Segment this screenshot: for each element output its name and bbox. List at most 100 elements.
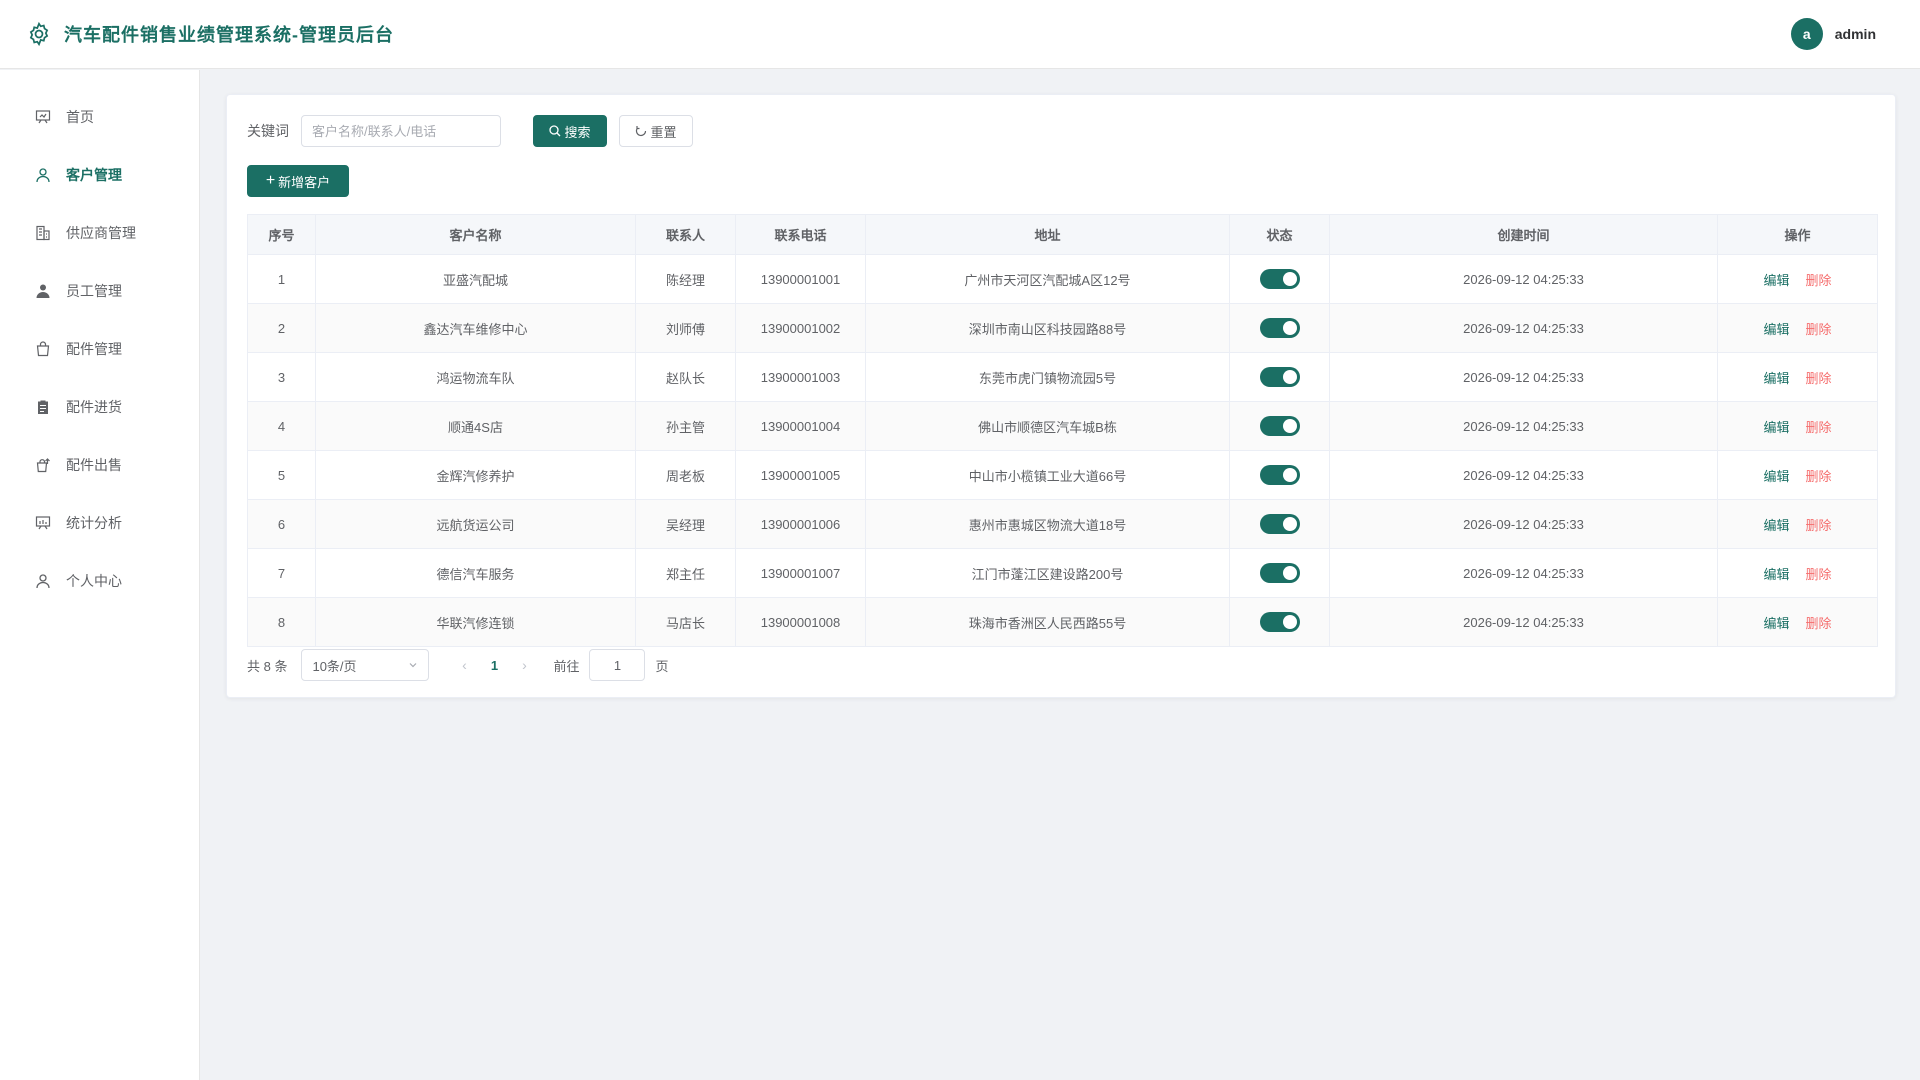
shopping-bag-icon [34, 340, 52, 358]
table-row: 8 华联汽修连锁 马店长 13900001008 珠海市香洲区人民西路55号 2… [247, 597, 1878, 647]
table-header-row: 序号 客户名称 联系人 联系电话 地址 状态 创建时间 操作 [247, 214, 1878, 255]
user-icon [34, 166, 52, 184]
add-customer-button[interactable]: + 新增客户 [247, 165, 349, 197]
goto-page-input[interactable] [589, 649, 646, 681]
prev-page-button[interactable]: ‹ [449, 657, 479, 673]
cell-phone: 13900001008 [735, 597, 866, 647]
status-toggle[interactable] [1259, 612, 1300, 632]
cell-contact: 赵队长 [635, 352, 736, 402]
next-page-button[interactable]: › [509, 657, 539, 673]
reset-button[interactable]: 重置 [619, 115, 693, 147]
username[interactable]: admin [1835, 26, 1876, 42]
sidebar-item-employees[interactable]: 员工管理 [0, 262, 199, 320]
cell-status [1229, 499, 1330, 549]
cell-address: 东莞市虎门镇物流园5号 [865, 352, 1230, 402]
refresh-icon [636, 126, 647, 137]
status-toggle[interactable] [1259, 563, 1300, 583]
cell-created: 2026-09-12 04:25:33 [1329, 548, 1718, 598]
status-toggle[interactable] [1259, 416, 1300, 436]
cell-phone: 13900001004 [735, 401, 866, 451]
user-filled-icon [34, 282, 52, 300]
status-toggle[interactable] [1259, 367, 1300, 387]
status-toggle[interactable] [1259, 514, 1300, 534]
delete-button[interactable]: 删除 [1806, 371, 1832, 386]
cell-index: 8 [247, 597, 316, 647]
keyword-input[interactable] [301, 115, 501, 147]
column-header: 地址 [865, 214, 1230, 255]
sidebar: 首页 客户管理 供应商管理 员工管理 配件管理 配件进货 配件出售 统计分析 个… [0, 70, 200, 1080]
top-header: 汽车配件销售业绩管理系统-管理员后台 a admin [0, 0, 1920, 69]
cell-phone: 13900001005 [735, 450, 866, 500]
edit-button[interactable]: 编辑 [1763, 518, 1789, 533]
delete-button[interactable]: 删除 [1806, 518, 1832, 533]
cell-customer-name: 德信汽车服务 [315, 548, 636, 598]
add-customer-label: 新增客户 [278, 174, 331, 190]
user-menu[interactable]: a admin [1790, 18, 1894, 50]
edit-button[interactable]: 编辑 [1763, 322, 1789, 337]
cell-phone: 13900001002 [735, 303, 866, 353]
cell-address: 中山市小榄镇工业大道66号 [865, 450, 1230, 500]
cell-actions: 编辑 删除 [1717, 548, 1878, 598]
delete-button[interactable]: 删除 [1806, 616, 1832, 631]
cell-customer-name: 鑫达汽车维修中心 [315, 303, 636, 353]
cell-customer-name: 金辉汽修养护 [315, 450, 636, 500]
cell-address: 江门市蓬江区建设路200号 [865, 548, 1230, 598]
cell-index: 4 [247, 401, 316, 451]
table-row: 6 远航货运公司 吴经理 13900001006 惠州市惠城区物流大道18号 2… [247, 499, 1878, 549]
delete-button[interactable]: 删除 [1806, 567, 1832, 582]
cell-status [1229, 352, 1330, 402]
table-row: 5 金辉汽修养护 周老板 13900001005 中山市小榄镇工业大道66号 2… [247, 450, 1878, 500]
delete-button[interactable]: 删除 [1806, 469, 1832, 484]
edit-button[interactable]: 编辑 [1763, 616, 1789, 631]
search-icon [549, 125, 561, 137]
page-number-current[interactable]: 1 [479, 658, 509, 673]
cell-status [1229, 303, 1330, 353]
clipboard-icon [34, 398, 52, 416]
sidebar-item-profile[interactable]: 个人中心 [0, 552, 199, 610]
edit-button[interactable]: 编辑 [1763, 273, 1789, 288]
sidebar-item-label: 个人中心 [66, 573, 122, 589]
delete-button[interactable]: 删除 [1806, 322, 1832, 337]
edit-button[interactable]: 编辑 [1763, 420, 1789, 435]
sidebar-item-label: 首页 [66, 109, 94, 125]
cell-actions: 编辑 删除 [1717, 401, 1878, 451]
cell-created: 2026-09-12 04:25:33 [1329, 352, 1718, 402]
cell-phone: 13900001003 [735, 352, 866, 402]
cell-created: 2026-09-12 04:25:33 [1329, 450, 1718, 500]
sidebar-item-customers[interactable]: 客户管理 [0, 146, 199, 204]
cell-actions: 编辑 删除 [1717, 597, 1878, 647]
app-title: 汽车配件销售业绩管理系统-管理员后台 [64, 25, 394, 45]
edit-button[interactable]: 编辑 [1763, 469, 1789, 484]
delete-button[interactable]: 删除 [1806, 420, 1832, 435]
cell-created: 2026-09-12 04:25:33 [1329, 254, 1718, 304]
status-toggle[interactable] [1259, 318, 1300, 338]
cell-contact: 马店长 [635, 597, 736, 647]
delete-button[interactable]: 删除 [1806, 273, 1832, 288]
search-button[interactable]: 搜索 [533, 115, 607, 147]
column-header: 联系电话 [735, 214, 866, 255]
sidebar-item-label: 统计分析 [66, 515, 122, 531]
cell-status [1229, 254, 1330, 304]
avatar[interactable]: a [1790, 18, 1823, 50]
sidebar-item-home[interactable]: 首页 [0, 88, 199, 146]
sidebar-item-sales[interactable]: 配件出售 [0, 436, 199, 494]
cell-index: 3 [247, 352, 316, 402]
sidebar-item-statistics[interactable]: 统计分析 [0, 494, 199, 552]
cell-status [1229, 597, 1330, 647]
chart-board-icon [34, 514, 52, 532]
cell-address: 惠州市惠城区物流大道18号 [865, 499, 1230, 549]
status-toggle[interactable] [1259, 465, 1300, 485]
cell-contact: 吴经理 [635, 499, 736, 549]
customer-table: 序号 客户名称 联系人 联系电话 地址 状态 创建时间 操作 1 亚盛汽配城 陈… [247, 214, 1878, 647]
cell-customer-name: 华联汽修连锁 [315, 597, 636, 647]
edit-button[interactable]: 编辑 [1763, 567, 1789, 582]
edit-button[interactable]: 编辑 [1763, 371, 1789, 386]
cell-customer-name: 远航货运公司 [315, 499, 636, 549]
sidebar-item-suppliers[interactable]: 供应商管理 [0, 204, 199, 262]
page-size-select[interactable]: 10条/页 [301, 649, 430, 681]
status-toggle[interactable] [1259, 269, 1300, 289]
table-row: 3 鸿运物流车队 赵队长 13900001003 东莞市虎门镇物流园5号 202… [247, 352, 1878, 402]
sidebar-item-purchase[interactable]: 配件进货 [0, 378, 199, 436]
sidebar-item-parts[interactable]: 配件管理 [0, 320, 199, 378]
brand: 汽车配件销售业绩管理系统-管理员后台 [26, 21, 394, 47]
